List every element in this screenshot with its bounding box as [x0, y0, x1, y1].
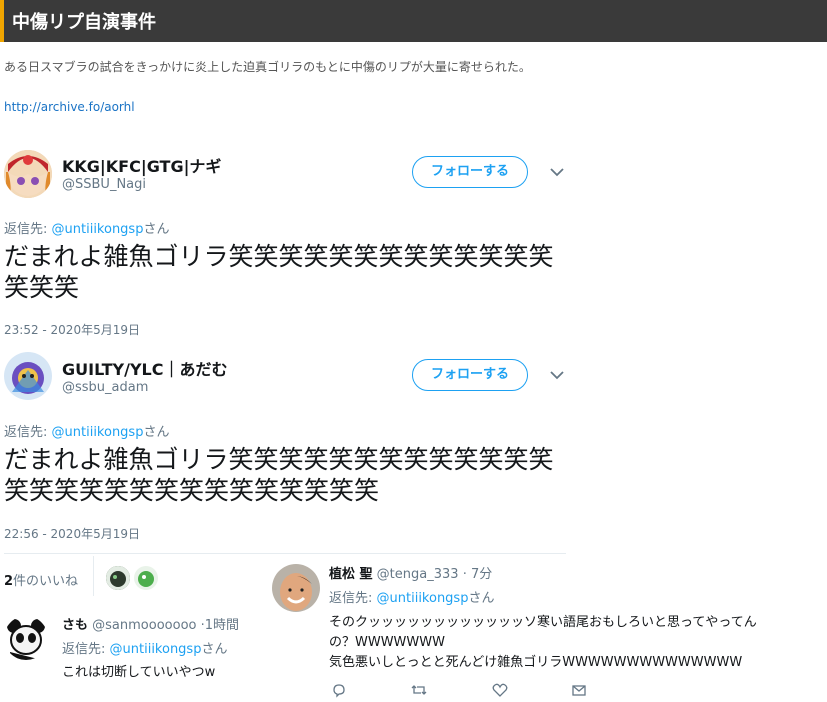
reply-text-line: の？WWWWWWW: [329, 635, 445, 650]
reply-mention-link[interactable]: @untiiikongsp: [377, 591, 469, 606]
reply-mention-link[interactable]: @untiiikongsp: [110, 642, 202, 657]
archive-link[interactable]: http://archive.fo/aorhl: [4, 100, 135, 114]
reply-to-line: 返信先: @untiiikongspさん: [329, 587, 494, 606]
liker-avatar[interactable]: [106, 566, 130, 590]
avatar-image-icon: [4, 150, 52, 198]
reply-prefix: 返信先:: [4, 222, 52, 237]
reply-mention-link[interactable]: @untiiikongsp: [52, 425, 144, 440]
article-title: 中傷リプ自演事件: [12, 12, 156, 33]
panda-avatar-icon: [4, 616, 48, 660]
divider: [93, 556, 94, 596]
reply-display-name[interactable]: さも: [62, 618, 88, 633]
reply-header: 植松 聖 @tenga_333 · 7分: [329, 563, 492, 582]
reply-time[interactable]: 1時間: [205, 618, 239, 633]
likes-count[interactable]: 2件のいいね: [4, 570, 78, 589]
intro-text: ある日スマブラの試合をきっかけに炎上した迫真ゴリラのもとに中傷のリプが大量に寄せ…: [4, 60, 531, 74]
tweet-display-name[interactable]: GUILTY/YLC｜あだむ: [62, 356, 228, 380]
reply-suffix: さん: [143, 222, 170, 237]
reply-suffix: さん: [143, 425, 170, 440]
reply-display-name[interactable]: 植松 聖: [329, 567, 373, 582]
reply-suffix: さん: [201, 642, 228, 657]
reply-time[interactable]: 7分: [471, 567, 492, 582]
reply-text: これは切断していいやつw: [62, 665, 216, 680]
tweet-timestamp[interactable]: 22:56 - 2020年5月19日: [4, 525, 140, 542]
article-header: 中傷リプ自演事件: [0, 0, 827, 42]
avatar-image-icon: [4, 352, 52, 400]
face-avatar-icon: [272, 564, 320, 612]
reply-prefix: 返信先:: [329, 591, 377, 606]
reply-to-line: 返信先: @untiiikongspさん: [4, 421, 169, 440]
tweet-handle[interactable]: @SSBU_Nagi: [62, 177, 146, 192]
avatar[interactable]: [272, 564, 320, 612]
tweet-timestamp[interactable]: 23:52 - 2020年5月19日: [4, 321, 140, 338]
tweet-text: だまれよ雑魚ゴリラ笑笑笑笑笑笑笑笑笑笑笑笑笑笑笑笑: [4, 242, 554, 302]
reply-to-line: 返信先: @untiiikongspさん: [4, 218, 169, 237]
tweet-display-name[interactable]: KKG|KFC|GTG|ナギ: [62, 153, 221, 177]
like-heart-icon[interactable]: [492, 682, 508, 702]
reply-header: さも @sanmooooooo ·1時間: [62, 614, 239, 633]
reply-mention-link[interactable]: @untiiikongsp: [52, 222, 144, 237]
reply-handle[interactable]: @sanmooooooo: [92, 618, 196, 633]
retweet-icon[interactable]: [411, 682, 427, 702]
tweet-text: だまれよ雑魚ゴリラ笑笑笑笑笑笑笑笑笑笑笑笑笑笑笑笑笑笑笑笑笑笑笑笑笑笑笑笑: [4, 445, 554, 505]
liker-avatar-icon: [106, 566, 130, 590]
likes-label: 件のいいね: [13, 574, 79, 589]
dm-envelope-icon[interactable]: [571, 682, 587, 702]
reply-action-icon[interactable]: [331, 682, 347, 702]
reply-text-line: そのクッッッッッッッッッッッッソ寒い語尾おもしろいと思ってやってん: [329, 615, 757, 630]
reply-to-line: 返信先: @untiiikongspさん: [62, 638, 227, 657]
reply-prefix: 返信先:: [4, 425, 52, 440]
reply-dot: ·: [462, 567, 467, 582]
tweet-handle[interactable]: @ssbu_adam: [62, 380, 148, 395]
reply-suffix: さん: [468, 591, 495, 606]
likes-number: 2: [4, 574, 14, 589]
avatar[interactable]: [4, 352, 52, 400]
follow-button[interactable]: フォローする: [412, 359, 528, 391]
reply-text-line: 気色悪いしとっとと死んどけ雑魚ゴリラWWWWWWWWWWWWWW: [329, 655, 743, 670]
avatar[interactable]: [4, 616, 48, 660]
avatar[interactable]: [4, 150, 52, 198]
follow-button[interactable]: フォローする: [412, 156, 528, 188]
divider: [4, 553, 566, 554]
reply-prefix: 返信先:: [62, 642, 110, 657]
liker-avatar[interactable]: [134, 566, 158, 590]
chevron-down-icon[interactable]: [548, 163, 566, 181]
reply-handle[interactable]: @tenga_333: [377, 567, 459, 582]
liker-avatar-icon: [134, 566, 158, 590]
chevron-down-icon[interactable]: [548, 366, 566, 384]
